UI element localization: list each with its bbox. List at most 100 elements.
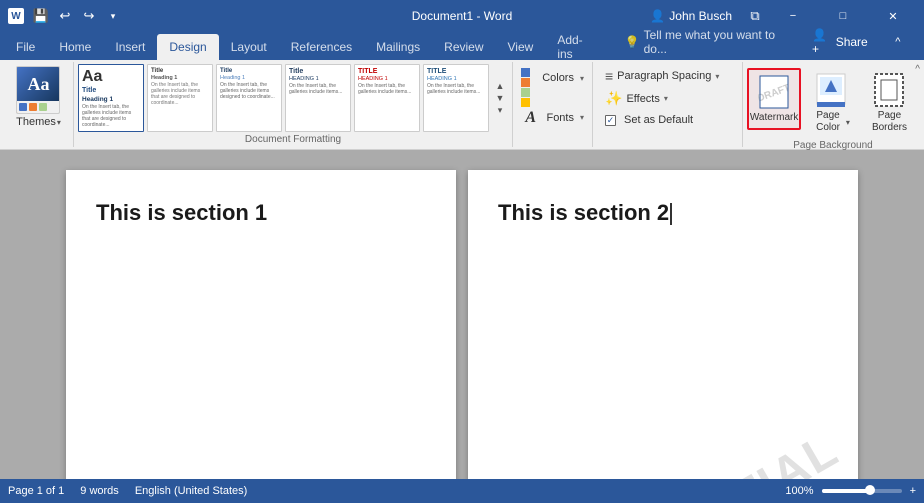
paragraph-spacing-label: Paragraph Spacing: [617, 70, 711, 82]
user-icon: 👤: [650, 9, 665, 23]
page-background-buttons: DRAFT Watermark Page Color: [747, 66, 919, 140]
page-color-icon: [815, 72, 847, 108]
ribbon-collapse-button[interactable]: ^: [876, 26, 920, 58]
zoom-thumb[interactable]: [865, 485, 875, 495]
watermark-label: Watermark: [750, 112, 799, 124]
undo-button[interactable]: ↩: [54, 5, 76, 27]
set-default-row[interactable]: ✓ Set as Default: [601, 111, 734, 129]
tab-view[interactable]: View: [496, 34, 546, 60]
themes-section: Aa Themes ▾: [4, 62, 74, 147]
save-button[interactable]: 💾: [30, 5, 52, 27]
document-formatting-section: Aa Title Heading 1 On the Insert tab, th…: [74, 62, 513, 147]
zoom-percent: 100%: [785, 485, 813, 497]
quick-access-more-button[interactable]: ▾: [102, 5, 124, 27]
themes-icon: Aa: [16, 66, 60, 114]
tell-me-label: Tell me what you want to do...: [644, 28, 796, 56]
zoom-in-icon[interactable]: +: [910, 485, 916, 497]
effects-icon: ✨: [605, 90, 622, 107]
page-background-label: Page Background: [747, 140, 919, 151]
doc-formatting-label: Document Formatting: [74, 132, 512, 147]
zoom-fill: [822, 489, 870, 493]
section2-text: This is section 2: [498, 200, 672, 226]
zoom-slider[interactable]: [822, 489, 902, 493]
document-page-1: This is section 1: [66, 170, 456, 479]
effects-label: Effects: [626, 93, 659, 105]
lightbulb-icon: 💡: [625, 35, 640, 49]
section1-text: This is section 1: [96, 200, 267, 226]
colors-fonts-section: Colors ▾ A Fonts ▾: [513, 62, 593, 147]
format-thumb-2[interactable]: Title Heading 1 On the Insert tab, the g…: [216, 64, 282, 132]
tab-layout[interactable]: Layout: [219, 34, 279, 60]
user-name: John Busch: [669, 9, 732, 23]
page-borders-button[interactable]: Page Borders: [860, 68, 919, 138]
text-cursor: [670, 203, 672, 225]
word-icon: W: [8, 8, 24, 24]
format-thumb-3[interactable]: Title HEADING 1 On the Insert tab, the g…: [285, 64, 351, 132]
tab-addins[interactable]: Add-ins: [545, 34, 608, 60]
checkmark-icon: ✓: [607, 115, 615, 126]
word-icon-letter: W: [11, 11, 20, 22]
paragraph-spacing-button[interactable]: ≡ Paragraph Spacing ▾: [601, 66, 734, 86]
fonts-button[interactable]: A Fonts ▾: [517, 106, 588, 130]
watermark-icon: DRAFT: [758, 74, 790, 110]
set-default-checkbox[interactable]: ✓: [605, 115, 616, 126]
document-page-2: This is section 2 CONFIDENTIAL: [468, 170, 858, 479]
scroll-up-icon[interactable]: ▲: [496, 81, 505, 91]
tab-design[interactable]: Design: [157, 34, 218, 60]
tab-mailings[interactable]: Mailings: [364, 34, 432, 60]
page-info: Page 1 of 1: [8, 485, 64, 497]
colors-icon: [521, 68, 536, 88]
page-background-section: DRAFT Watermark Page Color: [743, 62, 923, 147]
colors-button[interactable]: Colors ▾: [517, 66, 588, 90]
page-borders-icon: [873, 72, 905, 108]
share-icon: 👤+: [812, 28, 832, 56]
format-thumbnails: Aa Title Heading 1 On the Insert tab, th…: [74, 62, 512, 132]
tell-me-field[interactable]: 💡 Tell me what you want to do...: [617, 24, 804, 60]
tab-review[interactable]: Review: [432, 34, 495, 60]
themes-dropdown-icon: ▾: [57, 118, 61, 127]
page-color-button[interactable]: Page Color ▾: [803, 68, 858, 138]
status-bar-right: 100% +: [785, 485, 916, 497]
redo-button[interactable]: ↪: [78, 5, 100, 27]
format-thumb-normal[interactable]: Aa Title Heading 1 On the Insert tab, th…: [78, 64, 144, 132]
themes-button[interactable]: Aa Themes ▾: [16, 66, 61, 128]
effects-dropdown-icon: ▾: [664, 94, 668, 103]
paragraph-section: ≡ Paragraph Spacing ▾ ✨ Effects ▾ ✓ Set …: [593, 62, 743, 147]
document-area: This is section 1 This is section 2 CONF…: [0, 150, 924, 479]
page-color-label: Page Color: [811, 110, 845, 134]
effects-button[interactable]: ✨ Effects ▾: [601, 88, 734, 109]
word-count: 9 words: [80, 485, 119, 497]
fonts-icon: A: [521, 108, 540, 128]
format-thumb-1[interactable]: Title Heading 1 On the Insert tab, the g…: [147, 64, 213, 132]
share-label: Share: [836, 35, 868, 49]
tab-home[interactable]: Home: [47, 34, 103, 60]
tab-file[interactable]: File: [4, 34, 47, 60]
ribbon-tabs: File Home Insert Design Layout Reference…: [0, 32, 924, 60]
watermark-text: CONFIDENTIAL: [490, 422, 848, 479]
collapse-ribbon-button[interactable]: ^: [915, 64, 920, 75]
format-thumb-4[interactable]: TITLE HEADING 1 On the Insert tab, the g…: [354, 64, 420, 132]
status-bar: Page 1 of 1 9 words English (United Stat…: [0, 479, 924, 503]
colors-dropdown-icon: ▾: [580, 74, 584, 83]
format-thumb-5[interactable]: TITLE HEADING 1 On the Insert tab, the g…: [423, 64, 489, 132]
tab-insert[interactable]: Insert: [103, 34, 157, 60]
language-indicator: English (United States): [135, 485, 248, 497]
colors-label: Colors: [542, 72, 574, 84]
watermark-button[interactable]: DRAFT Watermark: [747, 68, 801, 130]
themes-label: Themes: [16, 116, 56, 128]
ribbon-content: Aa Themes ▾ Aa Title Hea: [0, 60, 924, 150]
ribbon-tabs-right: 👤+ Share ^: [804, 24, 920, 60]
set-default-label[interactable]: Set as Default: [620, 113, 697, 127]
tab-references[interactable]: References: [279, 34, 364, 60]
user-account-button[interactable]: 👤 John Busch: [642, 7, 740, 25]
quick-access-toolbar: 💾 ↩ ↪ ▾: [30, 5, 124, 27]
fonts-label: Fonts: [546, 112, 574, 124]
page-borders-label: Page Borders: [868, 110, 911, 134]
scroll-down-icon[interactable]: ▼: [496, 93, 505, 103]
paragraph-spacing-dropdown-icon: ▾: [715, 72, 719, 81]
document-title: Document1 - Word: [412, 9, 512, 23]
format-scroll-buttons: ▲ ▼ ▾: [492, 81, 508, 116]
page-color-dropdown-icon: ▾: [846, 118, 850, 127]
share-button[interactable]: 👤+ Share: [804, 24, 876, 60]
scroll-more-icon[interactable]: ▾: [498, 105, 503, 116]
